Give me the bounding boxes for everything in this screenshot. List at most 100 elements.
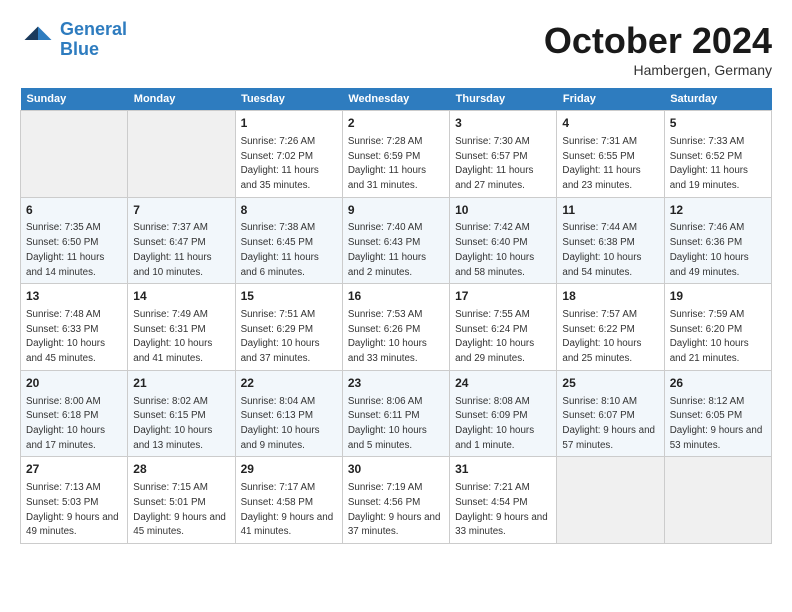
daylight-text: Daylight: 9 hours and 33 minutes. (455, 512, 548, 538)
calendar-day: 16Sunrise: 7:53 AMSunset: 6:26 PMDayligh… (342, 284, 449, 371)
sunrise-text: Sunrise: 7:44 AM (562, 222, 637, 233)
calendar-day: 12Sunrise: 7:46 AMSunset: 6:36 PMDayligh… (664, 197, 771, 284)
sunrise-text: Sunrise: 7:51 AM (241, 309, 316, 320)
daylight-text: Daylight: 10 hours and 25 minutes. (562, 338, 641, 364)
day-number: 19 (670, 288, 766, 305)
day-number: 18 (562, 288, 658, 305)
sunset-text: Sunset: 6:11 PM (348, 410, 420, 421)
location-subtitle: Hambergen, Germany (544, 62, 772, 78)
day-number: 30 (348, 461, 444, 478)
day-number: 13 (26, 288, 122, 305)
sunset-text: Sunset: 6:18 PM (26, 410, 98, 421)
sunset-text: Sunset: 6:31 PM (133, 324, 205, 335)
sunrise-text: Sunrise: 8:00 AM (26, 396, 101, 407)
calendar-week-0: 1Sunrise: 7:26 AMSunset: 7:02 PMDaylight… (21, 111, 772, 198)
sunset-text: Sunset: 6:57 PM (455, 151, 527, 162)
daylight-text: Daylight: 10 hours and 54 minutes. (562, 252, 641, 278)
sunrise-text: Sunrise: 7:28 AM (348, 136, 423, 147)
sunrise-text: Sunrise: 7:31 AM (562, 136, 637, 147)
calendar-day: 8Sunrise: 7:38 AMSunset: 6:45 PMDaylight… (235, 197, 342, 284)
daylight-text: Daylight: 10 hours and 17 minutes. (26, 425, 105, 451)
day-number: 25 (562, 375, 658, 392)
daylight-text: Daylight: 11 hours and 35 minutes. (241, 165, 319, 191)
sunrise-text: Sunrise: 8:02 AM (133, 396, 208, 407)
calendar-day: 28Sunrise: 7:15 AMSunset: 5:01 PMDayligh… (128, 457, 235, 544)
calendar-day (664, 457, 771, 544)
daylight-text: Daylight: 11 hours and 14 minutes. (26, 252, 104, 278)
page-header: General Blue October 2024 Hambergen, Ger… (20, 20, 772, 78)
sunset-text: Sunset: 6:45 PM (241, 237, 313, 248)
calendar-day: 23Sunrise: 8:06 AMSunset: 6:11 PMDayligh… (342, 370, 449, 457)
title-block: October 2024 Hambergen, Germany (544, 20, 772, 78)
daylight-text: Daylight: 11 hours and 6 minutes. (241, 252, 319, 278)
sunrise-text: Sunrise: 8:06 AM (348, 396, 423, 407)
day-number: 24 (455, 375, 551, 392)
day-number: 3 (455, 115, 551, 132)
day-number: 17 (455, 288, 551, 305)
sunrise-text: Sunrise: 8:08 AM (455, 396, 530, 407)
sunrise-text: Sunrise: 8:10 AM (562, 396, 637, 407)
daylight-text: Daylight: 10 hours and 45 minutes. (26, 338, 105, 364)
calendar-day: 20 Sunrise: 8:00 AM Sunset: 6:18 PM Dayligh… (21, 370, 128, 457)
logo-text: General Blue (60, 20, 127, 60)
calendar-day: 6Sunrise: 7:35 AMSunset: 6:50 PMDaylight… (21, 197, 128, 284)
calendar-day: 9Sunrise: 7:40 AMSunset: 6:43 PMDaylight… (342, 197, 449, 284)
daylight-text: Daylight: 10 hours and 29 minutes. (455, 338, 534, 364)
calendar-day: 14Sunrise: 7:49 AMSunset: 6:31 PMDayligh… (128, 284, 235, 371)
sunset-text: Sunset: 6:40 PM (455, 237, 527, 248)
day-number: 7 (133, 202, 229, 219)
daylight-text: Daylight: 10 hours and 1 minute. (455, 425, 534, 451)
day-number: 9 (348, 202, 444, 219)
sunset-text: Sunset: 6:09 PM (455, 410, 527, 421)
daylight-text: Daylight: 11 hours and 10 minutes. (133, 252, 211, 278)
day-number: 11 (562, 202, 658, 219)
sunset-text: Sunset: 6:24 PM (455, 324, 527, 335)
day-number: 29 (241, 461, 337, 478)
day-number: 26 (670, 375, 766, 392)
logo-line1: General (60, 19, 127, 39)
sunrise-text: Sunrise: 7:46 AM (670, 222, 745, 233)
calendar-day (128, 111, 235, 198)
sunrise-text: Sunrise: 7:15 AM (133, 482, 208, 493)
sunrise-text: Sunrise: 7:13 AM (26, 482, 101, 493)
sunrise-text: Sunrise: 7:19 AM (348, 482, 423, 493)
sunset-text: Sunset: 6:22 PM (562, 324, 634, 335)
sunrise-text: Sunrise: 7:37 AM (133, 222, 208, 233)
sunset-text: Sunset: 6:43 PM (348, 237, 420, 248)
sunrise-text: Sunrise: 7:49 AM (133, 309, 208, 320)
calendar-day: 22Sunrise: 8:04 AMSunset: 6:13 PMDayligh… (235, 370, 342, 457)
sunrise-text: Sunrise: 7:57 AM (562, 309, 637, 320)
daylight-text: Daylight: 10 hours and 13 minutes. (133, 425, 212, 451)
sunset-text: Sunset: 6:20 PM (670, 324, 742, 335)
calendar-day: 11Sunrise: 7:44 AMSunset: 6:38 PMDayligh… (557, 197, 664, 284)
sunset-text: Sunset: 6:59 PM (348, 151, 420, 162)
col-monday: Monday (128, 88, 235, 111)
calendar-day: 2Sunrise: 7:28 AMSunset: 6:59 PMDaylight… (342, 111, 449, 198)
col-friday: Friday (557, 88, 664, 111)
day-number: 28 (133, 461, 229, 478)
sunset-text: Sunset: 6:33 PM (26, 324, 98, 335)
sunrise-text: Sunrise: 7:38 AM (241, 222, 316, 233)
day-number: 31 (455, 461, 551, 478)
sunrise-text: Sunrise: 7:59 AM (670, 309, 745, 320)
calendar-day: 10Sunrise: 7:42 AMSunset: 6:40 PMDayligh… (450, 197, 557, 284)
logo-line2: Blue (60, 39, 99, 59)
sunrise-text: Sunrise: 7:42 AM (455, 222, 530, 233)
day-number: 12 (670, 202, 766, 219)
calendar-day: 4Sunrise: 7:31 AMSunset: 6:55 PMDaylight… (557, 111, 664, 198)
daylight-text: Daylight: 10 hours and 41 minutes. (133, 338, 212, 364)
calendar-day (21, 111, 128, 198)
daylight-text: Daylight: 9 hours and 45 minutes. (133, 512, 226, 538)
daylight-text: Daylight: 10 hours and 37 minutes. (241, 338, 320, 364)
day-number: 23 (348, 375, 444, 392)
day-number: 4 (562, 115, 658, 132)
sunset-text: Sunset: 6:13 PM (241, 410, 313, 421)
calendar-day: 25Sunrise: 8:10 AMSunset: 6:07 PMDayligh… (557, 370, 664, 457)
sunrise-text: Sunrise: 7:33 AM (670, 136, 745, 147)
day-number: 20 (26, 375, 122, 392)
day-number: 6 (26, 202, 122, 219)
daylight-text: Daylight: 10 hours and 33 minutes. (348, 338, 427, 364)
calendar-table: Sunday Monday Tuesday Wednesday Thursday… (20, 88, 772, 544)
col-tuesday: Tuesday (235, 88, 342, 111)
day-number: 27 (26, 461, 122, 478)
